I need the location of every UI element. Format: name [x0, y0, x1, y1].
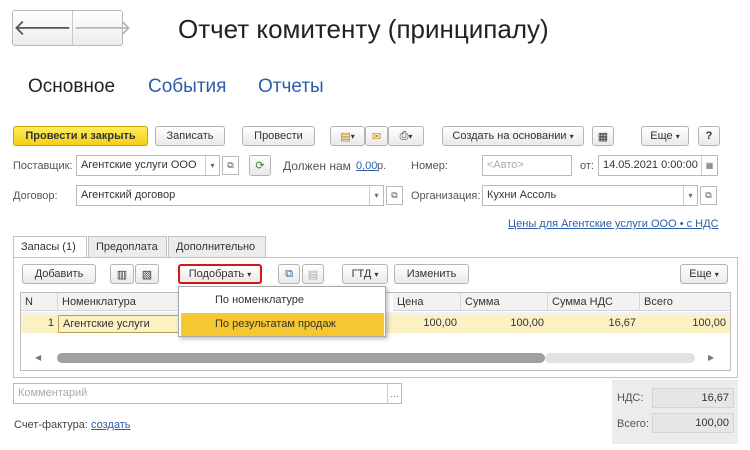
paste-button[interactable]: ▤	[302, 264, 324, 284]
arrow-right-icon: 🡒	[73, 15, 132, 40]
organization-label: Организация:	[411, 190, 481, 202]
organization-value: Кухни Ассоль	[487, 189, 557, 201]
supplier-value: Агентские услуги ООО	[81, 159, 197, 171]
column-header-price[interactable]: Цена	[393, 293, 461, 311]
invoice-label: Счет-фактура:	[14, 419, 88, 431]
prices-link[interactable]: Цены для Агентские услуги ООО • с НДС	[508, 218, 719, 230]
tab-main[interactable]: Основное	[28, 76, 115, 98]
gtd-label: ГТД	[351, 268, 372, 280]
chevron-down-icon[interactable]: ▾	[369, 186, 383, 205]
structure-icon: ▦	[597, 130, 609, 143]
total-label: Всего:	[617, 418, 649, 430]
vat-label: НДС:	[617, 392, 644, 404]
tab-additional[interactable]: Дополнительно	[168, 236, 266, 258]
table-row-sum[interactable]: 100,00	[461, 315, 548, 333]
invoice-create-link[interactable]: создать	[91, 419, 130, 431]
copy-button[interactable]: ⧉	[278, 264, 300, 284]
owe-label: Должен нам	[283, 159, 351, 173]
calendar-icon[interactable]: ▦	[701, 156, 717, 175]
more-label: Еще	[650, 130, 673, 142]
pick-popup-menu: По номенклатуре По результатам продаж	[178, 286, 386, 337]
column-header-total[interactable]: Всего	[640, 293, 730, 311]
printer-icon: ⎙	[399, 129, 409, 142]
gtd-button[interactable]: ГТД ▾	[342, 264, 388, 284]
create-based-on-button[interactable]: Создать на основании ▾	[442, 126, 584, 146]
scroll-left-icon[interactable]: ◀	[35, 353, 41, 362]
column-header-item[interactable]: Номенклатура	[58, 293, 179, 311]
tab-prepayment[interactable]: Предоплата	[88, 236, 167, 258]
table-row-n[interactable]: 1	[21, 315, 58, 333]
add-button[interactable]: Добавить	[22, 264, 96, 284]
more-button[interactable]: Еще ▾	[641, 126, 689, 146]
menu-item-by-sales[interactable]: По результатам продаж	[181, 313, 384, 336]
page-title: Отчет комитенту (принципалу)	[178, 14, 549, 44]
copy-icon: ⧉	[285, 267, 293, 280]
more-icon[interactable]: …	[387, 384, 401, 403]
column-header-n[interactable]: N	[21, 293, 58, 311]
document-icon: ▤	[340, 130, 351, 143]
documents-menu-button[interactable]: ▤ ▾	[330, 126, 365, 146]
post-button[interactable]: Провести	[242, 126, 315, 146]
menu-item-by-nomenclature[interactable]: По номенклатуре	[181, 289, 384, 312]
contract-value: Агентский договор	[81, 189, 176, 201]
open-organization-icon[interactable]: ⧉	[700, 186, 717, 205]
paste-icon: ▤	[307, 268, 319, 281]
totals-panel: НДС: 16,67 Всего: 100,00	[612, 380, 738, 444]
supplier-label: Поставщик:	[13, 160, 73, 172]
organization-field[interactable]: Кухни Ассоль ▾	[482, 185, 698, 206]
chevron-down-icon[interactable]: ▾	[205, 156, 219, 175]
structure-button[interactable]: ▦	[592, 126, 614, 146]
scanner-button[interactable]: ▧	[135, 264, 159, 284]
change-button[interactable]: Изменить	[394, 264, 469, 284]
pick-button[interactable]: Подобрать ▾	[178, 264, 262, 284]
date-field[interactable]: 14.05.2021 0:00:00 ▦	[598, 155, 718, 176]
comment-field[interactable]: Комментарий …	[13, 383, 402, 404]
contract-label: Договор:	[13, 190, 58, 202]
owe-unit: р.	[377, 160, 387, 172]
table-row-vat[interactable]: 16,67	[548, 315, 640, 333]
date-label: от:	[580, 160, 594, 172]
number-label: Номер:	[411, 160, 448, 172]
supplier-field[interactable]: Агентские услуги ООО ▾	[76, 155, 220, 176]
contract-field[interactable]: Агентский договор ▾	[76, 185, 384, 206]
refresh-icon[interactable]: ⟳	[249, 155, 271, 176]
comment-placeholder: Комментарий	[18, 387, 88, 399]
forward-button[interactable]: 🡒	[72, 11, 132, 45]
scroll-right-icon[interactable]: ▶	[708, 353, 714, 362]
tab-reports[interactable]: Отчеты	[258, 76, 324, 98]
number-field[interactable]: <Авто>	[482, 155, 572, 176]
save-button[interactable]: Записать	[155, 126, 225, 146]
envelope-icon: ✉	[371, 130, 382, 143]
back-button[interactable]: 🡐	[13, 11, 72, 45]
scanner-icon: ▧	[141, 268, 153, 281]
scrollbar-track	[545, 353, 695, 363]
table-row-total[interactable]: 100,00	[640, 315, 730, 333]
total-value: 100,00	[652, 413, 734, 433]
column-header-vat[interactable]: Сумма НДС	[548, 293, 640, 311]
tab-stock[interactable]: Запасы (1)	[13, 236, 87, 258]
tab-events[interactable]: События	[148, 76, 226, 98]
chevron-down-icon[interactable]: ▾	[683, 186, 697, 205]
date-value: 14.05.2021 0:00:00	[603, 159, 698, 171]
barcode-icon: ▥	[116, 268, 128, 281]
vat-value: 16,67	[652, 388, 734, 408]
email-button[interactable]: ✉	[365, 126, 388, 146]
barcode-button[interactable]: ▥	[110, 264, 134, 284]
print-button[interactable]: ⎙ ▾	[388, 126, 424, 146]
open-contract-icon[interactable]: ⧉	[386, 186, 403, 205]
horizontal-scrollbar[interactable]	[57, 353, 545, 363]
table-more-label: Еще	[689, 268, 712, 280]
arrow-left-icon: 🡐	[13, 15, 72, 40]
create-based-on-label: Создать на основании	[452, 130, 567, 142]
owe-value[interactable]: 0,00	[356, 160, 377, 172]
table-more-button[interactable]: Еще ▾	[680, 264, 728, 284]
open-supplier-icon[interactable]: ⧉	[222, 156, 239, 175]
column-header-sum[interactable]: Сумма	[461, 293, 548, 311]
help-button[interactable]: ?	[698, 126, 720, 146]
table-row-item[interactable]: Агентские услуги	[58, 315, 179, 333]
post-and-close-button[interactable]: Провести и закрыть	[13, 126, 148, 146]
table-row-price[interactable]: 100,00	[393, 315, 461, 333]
nav-buttons: 🡐 🡒	[12, 10, 132, 46]
pick-label: Подобрать	[188, 268, 245, 280]
